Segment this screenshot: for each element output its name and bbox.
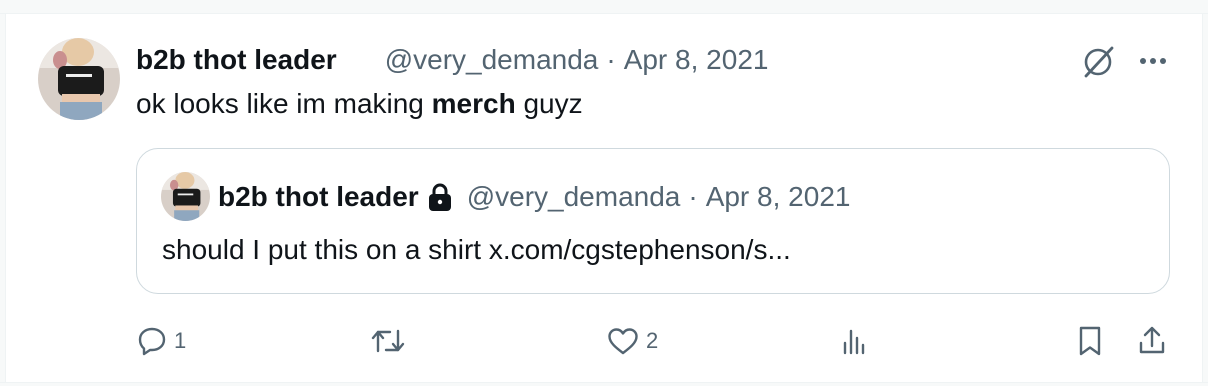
tweet-text-part: ok looks like im making	[136, 88, 432, 119]
tweet-text-bold: merch	[431, 88, 516, 119]
tweet-text: ok looks like im making merch guyz	[136, 86, 583, 122]
bookmark-button[interactable]	[1074, 322, 1106, 360]
avatar[interactable]	[38, 38, 120, 120]
like-button[interactable]: 2	[606, 322, 658, 360]
more-icon[interactable]	[1136, 46, 1170, 76]
quoted-separator: ·	[688, 181, 698, 212]
more-dot	[1150, 58, 1156, 64]
lock-icon	[427, 182, 453, 212]
retweet-icon	[371, 329, 405, 353]
page-bottom-strip	[0, 382, 1208, 386]
views-icon	[843, 329, 865, 355]
bookmark-icon	[1079, 326, 1101, 356]
reply-icon	[138, 327, 166, 356]
share-button[interactable]	[1136, 322, 1168, 360]
like-count: 2	[646, 328, 659, 353]
page-right-strip	[1202, 14, 1208, 386]
author-handle[interactable]: @very_demanda	[385, 44, 599, 76]
quoted-tweet-text: should I put this on a shirt x.com/cgste…	[162, 234, 791, 265]
more-dot	[1140, 58, 1146, 64]
quoted-display-name[interactable]: b2b thot leader	[218, 181, 419, 213]
tweet-text-part: guyz	[515, 88, 583, 119]
header-separator: ·	[606, 44, 616, 75]
views-button[interactable]	[840, 322, 876, 360]
page-left-strip	[0, 14, 6, 386]
retweet-button[interactable]	[370, 322, 412, 360]
quoted-tweet-card[interactable]	[136, 148, 1170, 294]
quoted-date[interactable]: Apr 8, 2021	[706, 181, 851, 213]
reply-count: 1	[174, 328, 187, 353]
tweet-header: b2b thot leader @very_demanda · Apr 8, 2…	[136, 42, 768, 78]
grok-icon[interactable]	[1080, 44, 1116, 80]
like-icon	[608, 328, 638, 355]
quoted-avatar-image	[161, 172, 210, 221]
reply-button[interactable]: 1	[136, 322, 186, 360]
quoted-tweet-header: b2b thot leader @very_demanda · Apr 8, 2…	[218, 178, 850, 216]
more-dot	[1160, 58, 1166, 64]
share-icon	[1139, 326, 1165, 354]
quoted-avatar[interactable]	[161, 172, 210, 221]
avatar-image	[38, 38, 120, 120]
page-top-strip	[0, 0, 1208, 14]
author-display-name[interactable]: b2b thot leader	[136, 44, 337, 76]
quoted-handle[interactable]: @very_demanda	[467, 181, 681, 213]
tweet-date[interactable]: Apr 8, 2021	[624, 44, 769, 76]
